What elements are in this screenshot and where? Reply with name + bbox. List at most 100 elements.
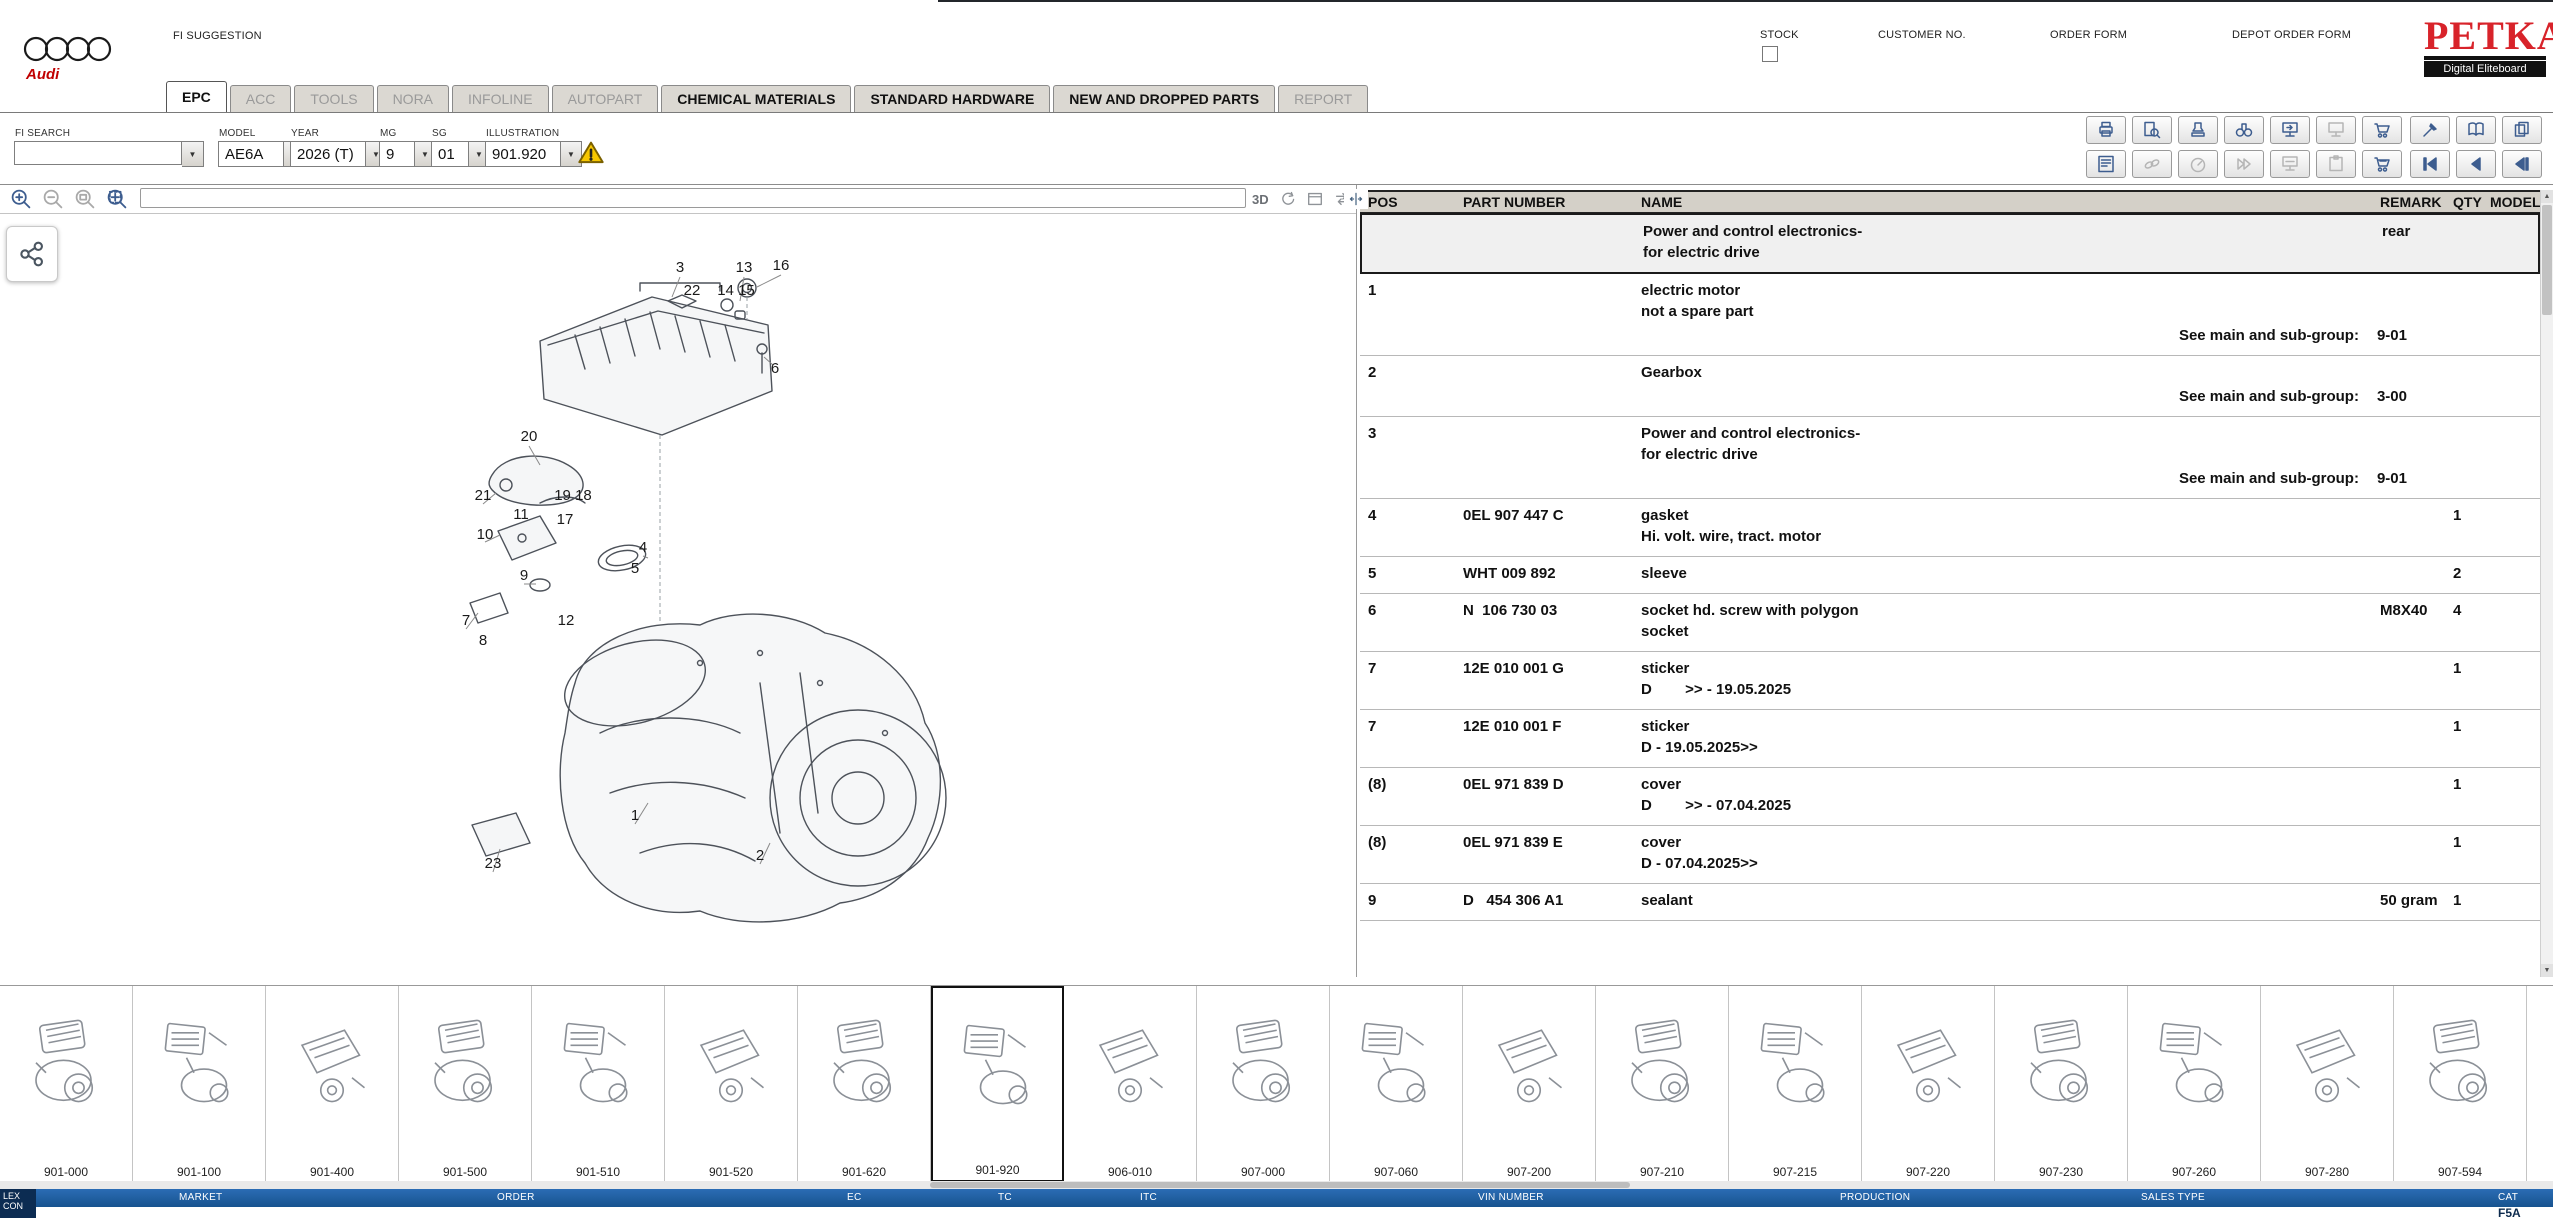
callout-6[interactable]: 6 (771, 360, 779, 377)
thumbnail-901-520[interactable]: 901-520 (665, 986, 798, 1182)
thumbnail-907-000[interactable]: 907-000 (1197, 986, 1330, 1182)
thumbnail-907-230[interactable]: 907-230 (1995, 986, 2128, 1182)
part-row[interactable]: 3Power and control electronics- for elec… (1360, 417, 2540, 499)
part-row[interactable]: Power and control electronics- for elect… (1360, 213, 2540, 274)
tab-acc[interactable]: ACC (230, 85, 292, 112)
nav-prev-button[interactable] (2456, 150, 2496, 178)
monitor-disabled-button[interactable] (2316, 116, 2356, 144)
tab-infoline[interactable]: INFOLINE (452, 85, 549, 112)
fi-search-dropdown-button[interactable] (182, 141, 204, 167)
table-scrollbar[interactable]: ▲ ▼ (2540, 190, 2553, 977)
callout-14-15[interactable]: 14 15 (717, 282, 755, 299)
viewer-table-divider[interactable] (1356, 185, 1357, 977)
rotate-button[interactable] (1276, 188, 1300, 210)
callout-19-18[interactable]: 19 18 (554, 487, 592, 504)
monitor2-disabled-button[interactable] (2270, 150, 2310, 178)
part-row[interactable]: (8)0EL 971 839 Ecover D - 07.04.2025>>1 (1360, 826, 2540, 884)
panel-splitter[interactable] (1344, 189, 1368, 209)
callout-23[interactable]: 23 (485, 855, 502, 872)
zoom-document-button[interactable] (2132, 116, 2172, 144)
callout-2[interactable]: 2 (756, 847, 764, 864)
stock-checkbox[interactable] (1762, 46, 1778, 62)
part-row[interactable]: 712E 010 001 Fsticker D - 19.05.2025>>1 (1360, 710, 2540, 768)
sg-select[interactable]: 01 (431, 141, 490, 167)
callout-3[interactable]: 3 (676, 259, 684, 276)
tab-nora[interactable]: NORA (377, 85, 449, 112)
callout-9[interactable]: 9 (520, 567, 528, 584)
callout-21[interactable]: 21 (475, 487, 492, 504)
thumbnail-901-510[interactable]: 901-510 (532, 986, 665, 1182)
zoom-fit-button[interactable] (102, 186, 131, 212)
mode-3d-label[interactable]: 3D (1252, 192, 1269, 207)
callout-1[interactable]: 1 (631, 807, 639, 824)
thumbnail-907-260[interactable]: 907-260 (2128, 986, 2261, 1182)
tab-new-and-dropped-parts[interactable]: NEW AND DROPPED PARTS (1053, 85, 1275, 112)
callout-5[interactable]: 5 (631, 560, 639, 577)
part-row[interactable]: 6N 106 730 03socket hd. screw with polyg… (1360, 594, 2540, 652)
scroll-down-icon[interactable]: ▼ (2541, 964, 2553, 977)
cart-button[interactable] (2362, 150, 2402, 178)
copy-pages-button[interactable] (2502, 116, 2542, 144)
callout-13[interactable]: 13 (736, 259, 753, 276)
window-button[interactable] (1303, 188, 1327, 210)
thumbnail-901-100[interactable]: 901-100 (133, 986, 266, 1182)
thumbnail-907-280[interactable]: 907-280 (2261, 986, 2394, 1182)
callout-11[interactable]: 11 (513, 506, 529, 523)
tab-tools[interactable]: TOOLS (294, 85, 373, 112)
part-row[interactable]: 712E 010 001 Gsticker D >> - 19.05.20251 (1360, 652, 2540, 710)
thumbnail-901-400[interactable]: 901-400 (266, 986, 399, 1182)
thumbnail-907-594[interactable]: 907-594 (2394, 986, 2527, 1182)
open-book-button[interactable] (2456, 116, 2496, 144)
zoom-out-button[interactable] (38, 186, 67, 212)
nav-first-button[interactable] (2410, 150, 2450, 178)
thumbnail-907-200[interactable]: 907-200 (1463, 986, 1596, 1182)
year-select[interactable]: 2026 (T) (290, 141, 387, 167)
part-row[interactable]: 40EL 907 447 Cgasket Hi. volt. wire, tra… (1360, 499, 2540, 557)
thumbnail-scrollbar-thumb[interactable] (930, 1182, 1630, 1188)
callout-16[interactable]: 16 (773, 257, 790, 274)
tab-report[interactable]: REPORT (1278, 85, 1368, 112)
form-list-button[interactable] (2086, 150, 2126, 178)
clipboard-disabled-button[interactable] (2316, 150, 2356, 178)
illustration-canvas[interactable]: 3221314 15166202119 1817111045912781223 (0, 213, 1356, 977)
scroll-up-icon[interactable]: ▲ (2541, 190, 2553, 203)
callout-22[interactable]: 22 (684, 282, 701, 299)
callout-8[interactable]: 8 (479, 632, 487, 649)
callout-7[interactable]: 7 (462, 612, 470, 629)
thumbnail-scrollbar[interactable] (0, 1181, 2553, 1189)
tab-chemical-materials[interactable]: CHEMICAL MATERIALS (661, 85, 851, 112)
part-row[interactable]: 2GearboxSee main and sub-group:3-00 (1360, 356, 2540, 417)
fi-search-input[interactable] (14, 141, 182, 165)
callout-12[interactable]: 12 (558, 612, 575, 629)
thumbnail-907-060[interactable]: 907-060 (1330, 986, 1463, 1182)
part-row[interactable]: (8)0EL 971 839 Dcover D >> - 07.04.20251 (1360, 768, 2540, 826)
thumbnail-901-500[interactable]: 901-500 (399, 986, 532, 1182)
thumbnail-906-010[interactable]: 906-010 (1064, 986, 1197, 1182)
thumbnail-901-620[interactable]: 901-620 (798, 986, 931, 1182)
illustration-select[interactable]: 901.920 (485, 141, 582, 167)
mg-select[interactable]: 9 (379, 141, 436, 167)
monitor-export-button[interactable] (2270, 116, 2310, 144)
nav-left-button[interactable] (2502, 150, 2542, 178)
forward-disabled-button[interactable] (2224, 150, 2264, 178)
callout-10[interactable]: 10 (477, 526, 494, 543)
stamp-button[interactable] (2178, 116, 2218, 144)
callout-4[interactable]: 4 (639, 539, 647, 556)
thumbnail-907-215[interactable]: 907-215 (1729, 986, 1862, 1182)
callout-20[interactable]: 20 (521, 428, 538, 445)
viewer-toolbar-input[interactable] (140, 188, 1246, 208)
cart-view-button[interactable] (2362, 116, 2402, 144)
order-form-label[interactable]: ORDER FORM (2050, 29, 2127, 41)
binoculars-button[interactable] (2224, 116, 2264, 144)
scrollbar-thumb[interactable] (2542, 205, 2552, 315)
part-row[interactable]: 1electric motor not a spare partSee main… (1360, 274, 2540, 356)
callout-17[interactable]: 17 (557, 511, 574, 528)
zoom-window-button[interactable] (70, 186, 99, 212)
tab-standard-hardware[interactable]: STANDARD HARDWARE (854, 85, 1050, 112)
dart-pin-button[interactable] (2410, 116, 2450, 144)
zoom-in-button[interactable] (6, 186, 35, 212)
thumbnail-901-000[interactable]: 901-000 (0, 986, 133, 1182)
link-disabled-button[interactable] (2132, 150, 2172, 178)
gauge-disabled-button[interactable] (2178, 150, 2218, 178)
thumbnail-901-920[interactable]: 901-920 (931, 986, 1064, 1182)
